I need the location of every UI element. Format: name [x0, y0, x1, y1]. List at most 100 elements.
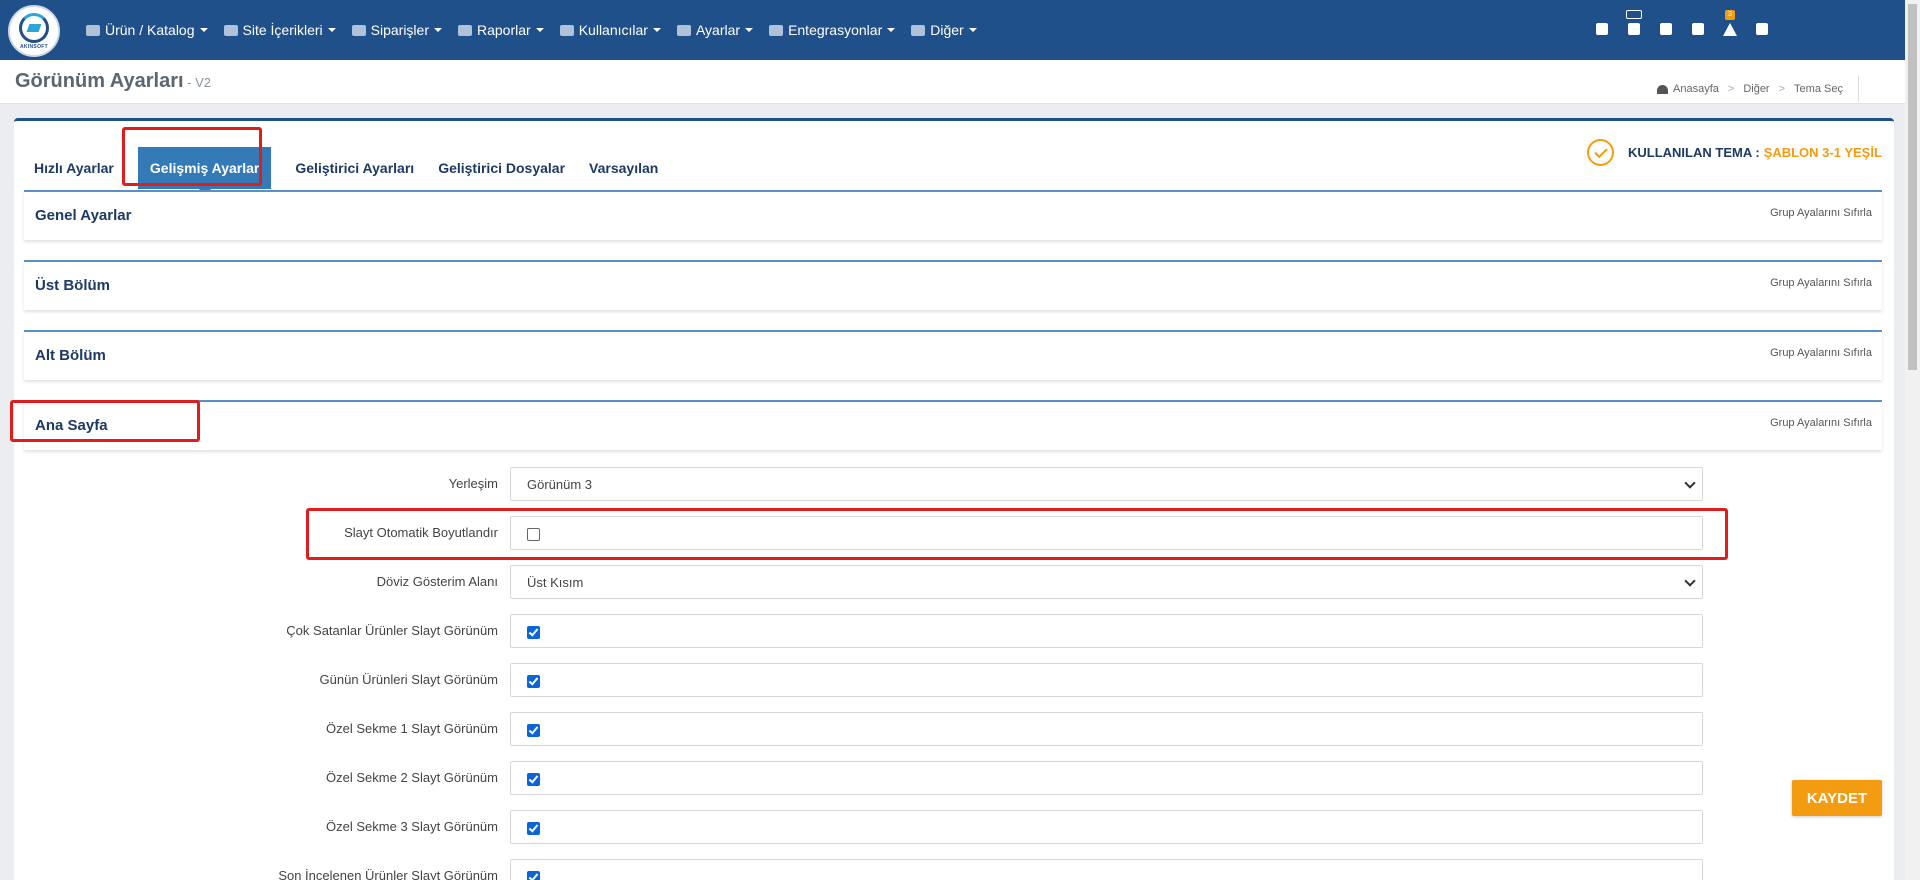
page-version: - V2 [183, 75, 212, 90]
divider [1857, 76, 1859, 102]
section-alt-bolum[interactable]: Alt Bölüm Grup Ayalarını Sıfırla [24, 330, 1882, 380]
form-row-ozel-sekme-1: Özel Sekme 1 Slayt Görünüm [14, 712, 1894, 746]
field-label: Günün Ürünleri Slayt Görünüm [319, 672, 498, 687]
users-icon [559, 24, 574, 36]
nav-label: Ayarlar [695, 22, 741, 38]
section-genel-ayarlar[interactable]: Genel Ayarlar Grup Ayalarını Sıfırla [24, 190, 1882, 240]
recently-viewed-slider-checkbox[interactable] [527, 871, 540, 880]
section-ana-sayfa[interactable]: Ana Sayfa Grup Ayalarını Sıfırla [24, 400, 1882, 450]
custom-tab-2-slider-checkbox[interactable] [527, 773, 540, 786]
daily-products-slider-checkbox[interactable] [527, 675, 540, 688]
field-label: Özel Sekme 1 Slayt Görünüm [326, 721, 498, 736]
page-title-text: Görünüm Ayarları [15, 70, 184, 92]
form-row-yerlesim: Yerleşim Görünüm 3 [14, 467, 1894, 501]
layout-select[interactable]: Görünüm 3 [510, 467, 1703, 501]
slider-autosize-checkbox[interactable] [527, 528, 540, 541]
nav-item-ayarlar[interactable]: Ayarlar [676, 22, 754, 38]
nav-item-diger[interactable]: Diğer [911, 22, 977, 38]
caret-down-icon [887, 28, 896, 32]
checkbox-field [510, 663, 1703, 697]
reset-group-link[interactable]: Grup Ayalarını Sıfırla [1770, 207, 1872, 219]
external-link-icon[interactable] [1754, 23, 1770, 37]
pages-icon [223, 24, 238, 36]
nav-item-kullanicilar[interactable]: Kullanıcılar [559, 22, 661, 38]
nav-item-raporlar[interactable]: Raporlar [458, 22, 544, 38]
form-row-doviz: Döviz Gösterim Alanı Üst Kısım [14, 565, 1894, 599]
breadcrumb-current: Tema Seç [1794, 83, 1843, 95]
nav-label: Site İçerikleri [242, 22, 323, 38]
nav-label: Ürün / Katalog [105, 22, 195, 38]
alert-icon[interactable]: 3 [1722, 10, 1738, 37]
tab-hizli-ayarlar[interactable]: Hızlı Ayarlar [34, 160, 114, 176]
custom-tab-3-slider-checkbox[interactable] [527, 822, 540, 835]
nav-item-entegrasyonlar[interactable]: Entegrasyonlar [769, 22, 896, 38]
keyboard-icon [1626, 10, 1642, 19]
custom-tab-1-slider-checkbox[interactable] [527, 724, 540, 737]
tab-gelismis-ayarlar[interactable]: Gelişmiş Ayarlar [137, 147, 272, 196]
breadcrumb-separator: > [1727, 83, 1735, 95]
main-menu: Ürün / Katalog Site İçerikleri Siparişle… [86, 0, 993, 60]
breadcrumb-diger[interactable]: Diğer [1743, 83, 1769, 95]
field-label: Yerleşim [448, 476, 498, 491]
dashboard-icon [1657, 84, 1668, 94]
top-navbar: AKINSOFT Ürün / Katalog Site İçerikleri … [0, 0, 1905, 60]
checkbox-field [510, 614, 1703, 648]
currency-area-select[interactable]: Üst Kısım [510, 565, 1703, 599]
checkbox-field [510, 712, 1703, 746]
tab-gelistirici-dosyalar[interactable]: Geliştirici Dosyalar [438, 160, 565, 176]
reset-group-link[interactable]: Grup Ayalarını Sıfırla [1770, 347, 1872, 359]
scrollbar-thumb[interactable] [1908, 4, 1917, 370]
bestsellers-slider-checkbox[interactable] [527, 626, 540, 639]
network-icon [769, 24, 784, 36]
logo-mark-icon [19, 12, 49, 43]
translate-icon[interactable] [1626, 10, 1642, 37]
top-icon-bar: 3 [1594, 0, 1786, 60]
grid-icon [911, 24, 926, 36]
save-button[interactable]: KAYDET [1792, 780, 1882, 816]
checkbox-field [510, 859, 1703, 880]
nav-item-site-icerikleri[interactable]: Site İçerikleri [223, 22, 336, 38]
theme-label: KULLANILAN TEMA : [1628, 145, 1760, 160]
tab-varsayilan[interactable]: Varsayılan [589, 160, 658, 176]
chevron-down-icon [1684, 477, 1696, 489]
theme-value: ŞABLON 3-1 YEŞİL [1763, 145, 1882, 160]
form-row-gunun-urunleri: Günün Ürünleri Slayt Görünüm [14, 663, 1894, 697]
reset-group-link[interactable]: Grup Ayalarını Sıfırla [1770, 277, 1872, 289]
boxes-icon [86, 24, 100, 36]
form-row-slayt-otomatik: Slayt Otomatik Boyutlandır [14, 516, 1894, 550]
section-ust-bolum[interactable]: Üst Bölüm Grup Ayalarını Sıfırla [24, 260, 1882, 310]
field-label: Özel Sekme 2 Slayt Görünüm [326, 770, 498, 785]
page-header: Görünüm Ayarları - V2 Anasayfa > Diğer >… [0, 60, 1905, 104]
form-row-cok-satanlar: Çok Satanlar Ürünler Slayt Görünüm [14, 614, 1894, 648]
form-row-son-incelenen: Son İncelenen Ürünler Slayt Görünüm [14, 859, 1894, 880]
form-row-ozel-sekme-3: Özel Sekme 3 Slayt Görünüm [14, 810, 1894, 844]
chevron-down-icon [1684, 575, 1696, 587]
check-circle-icon [1587, 139, 1614, 166]
caret-down-icon [968, 28, 977, 32]
vertical-scrollbar[interactable] [1905, 0, 1920, 880]
caret-down-icon [745, 28, 754, 32]
nav-label: Raporlar [477, 22, 531, 38]
select-value: Görünüm 3 [527, 476, 593, 492]
logo[interactable]: AKINSOFT [8, 5, 60, 57]
nav-label: Entegrasyonlar [788, 22, 883, 38]
section-title: Ana Sayfa [35, 417, 108, 434]
breadcrumb-home[interactable]: Anasayfa [1673, 83, 1719, 95]
nav-item-siparisler[interactable]: Siparişler [351, 22, 442, 38]
field-label: Döviz Gösterim Alanı [376, 574, 498, 589]
nav-item-urun-katalog[interactable]: Ürün / Katalog [86, 22, 208, 38]
select-value: Üst Kısım [527, 574, 584, 590]
checkbox-field [510, 810, 1703, 844]
caret-down-icon [434, 28, 442, 32]
field-label: Son İncelenen Ürünler Slayt Görünüm [278, 868, 498, 880]
section-title: Alt Bölüm [35, 347, 106, 364]
megaphone-icon[interactable] [1658, 23, 1674, 37]
field-label: Özel Sekme 3 Slayt Görünüm [326, 819, 498, 834]
settings-tabs: Hızlı Ayarlar Gelişmiş Ayarlar Geliştiri… [34, 147, 682, 196]
book-icon[interactable] [1594, 23, 1610, 37]
tab-gelistirici-ayarlari[interactable]: Geliştirici Ayarları [295, 160, 414, 176]
gears-icon [676, 24, 691, 36]
windows-icon[interactable] [1690, 23, 1706, 37]
breadcrumb-separator: > [1778, 83, 1786, 95]
reset-group-link[interactable]: Grup Ayalarını Sıfırla [1770, 417, 1872, 429]
